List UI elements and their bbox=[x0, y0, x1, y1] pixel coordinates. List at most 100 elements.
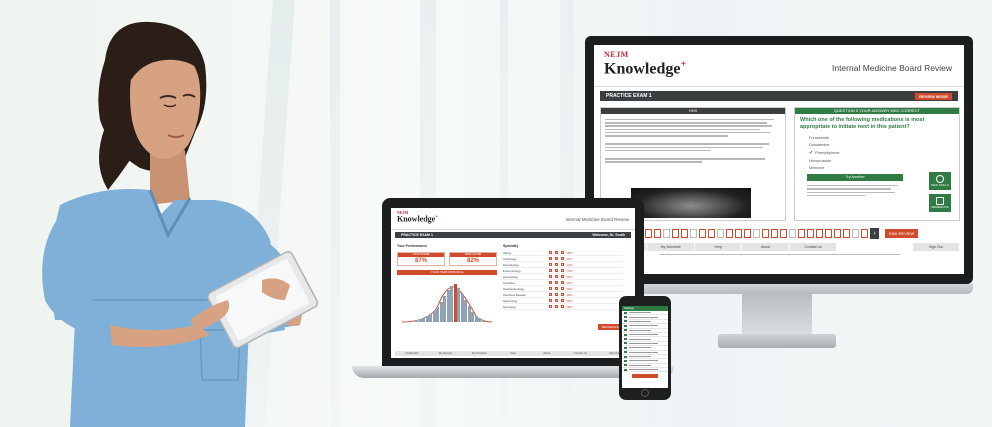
answer-option[interactable]: Dobutamine bbox=[809, 143, 945, 147]
footer-search[interactable] bbox=[837, 243, 913, 251]
laptop: NEJM Knowledge+ Internal Medicine Board … bbox=[382, 198, 644, 366]
specialty-name: Endocrinology bbox=[503, 268, 521, 273]
question-number-button[interactable] bbox=[789, 228, 796, 238]
question-number-button[interactable] bbox=[798, 228, 805, 238]
list-item-text bbox=[629, 316, 658, 318]
status-marker bbox=[624, 355, 627, 358]
explanation-text bbox=[807, 183, 903, 198]
phone-action-button[interactable] bbox=[632, 374, 658, 379]
question-number-button[interactable] bbox=[861, 228, 868, 238]
question-number-button[interactable] bbox=[762, 228, 769, 238]
footer-link[interactable]: My Schedule bbox=[647, 243, 695, 251]
try-another-button[interactable]: Try Another bbox=[807, 174, 903, 181]
new-skills-button[interactable]: NEW SKILLS bbox=[929, 172, 951, 190]
footer-link[interactable]: Help bbox=[695, 243, 743, 251]
status-marker bbox=[624, 311, 627, 314]
user-greeting: Welcome, Dr. Smith bbox=[592, 233, 625, 237]
score-value: 82% bbox=[466, 258, 479, 264]
checkbox-icon bbox=[549, 293, 552, 296]
question-number-button[interactable] bbox=[807, 228, 814, 238]
nejm-knowledge-logo[interactable]: NEJM Knowledge+ bbox=[397, 211, 438, 224]
status-marker bbox=[624, 346, 627, 349]
phone-screen: Settings bbox=[622, 306, 668, 388]
question-number-button[interactable] bbox=[852, 228, 859, 238]
list-item-text bbox=[629, 369, 658, 371]
specialty-panel: Specialty Allergy 88% Cardiology 82% Dermato… bbox=[503, 244, 623, 310]
specialty-label: Specialty bbox=[503, 244, 519, 248]
question-number-button[interactable] bbox=[726, 228, 733, 238]
question-number-button[interactable] bbox=[717, 228, 724, 238]
list-item-text bbox=[629, 338, 651, 340]
checkbox-icon bbox=[555, 275, 558, 278]
question-number-button[interactable] bbox=[735, 228, 742, 238]
plus-icon bbox=[936, 175, 944, 183]
list-item[interactable] bbox=[622, 368, 668, 373]
performance-label: Your Performance bbox=[397, 244, 428, 248]
footer-link[interactable]: Help bbox=[496, 351, 530, 356]
remediate-label: REMEDIATE bbox=[931, 205, 949, 209]
footer-nav: My Reports My Schedule Help About Contac… bbox=[600, 243, 961, 251]
footer-link[interactable]: Contact Us bbox=[564, 351, 598, 356]
answer-option[interactable]: Furosemide bbox=[809, 136, 945, 140]
specialty-name: Cardiology bbox=[503, 256, 517, 261]
answer-option-label: Dobutamine bbox=[809, 143, 830, 148]
question-number-button[interactable] bbox=[672, 228, 679, 238]
status-marker bbox=[624, 368, 627, 371]
answer-option-label: Nitroprusside bbox=[809, 159, 832, 164]
footer-link[interactable]: My Reports bbox=[429, 351, 463, 356]
logo-product: Knowledge+ bbox=[604, 60, 686, 77]
answer-option-selected[interactable]: ✔ Phenylephrine bbox=[809, 150, 945, 156]
question-number-button[interactable] bbox=[690, 228, 697, 238]
specialty-percent: 88% bbox=[567, 304, 573, 309]
specialty-percent: 79% bbox=[567, 268, 573, 273]
specialty-row[interactable]: Neurology 88% bbox=[503, 304, 623, 310]
logo-product-text: Knowledge bbox=[604, 60, 681, 78]
question-number-button[interactable] bbox=[645, 228, 652, 238]
smartphone: Settings bbox=[619, 296, 671, 400]
question-number-button[interactable] bbox=[699, 228, 706, 238]
specialty-name: Nephrology bbox=[503, 298, 518, 303]
specialty-name: Geriatrics bbox=[503, 280, 515, 285]
end-review-button[interactable]: END REVIEW bbox=[885, 228, 919, 238]
checkbox-icon bbox=[561, 263, 564, 266]
status-marker bbox=[624, 333, 627, 336]
question-number-button[interactable] bbox=[780, 228, 787, 238]
question-number-button[interactable] bbox=[663, 228, 670, 238]
answer-option[interactable]: Milrinone bbox=[809, 166, 945, 170]
review-mode-button[interactable]: REVIEW MODE bbox=[915, 92, 952, 100]
footer-link[interactable]: My Schedule bbox=[462, 351, 496, 356]
list-item-text bbox=[629, 356, 651, 358]
footer-link[interactable]: Dashboard bbox=[395, 351, 429, 356]
checkbox-icon bbox=[561, 287, 564, 290]
performance-banner: YOUR PERFORMANCE bbox=[397, 270, 497, 275]
question-number-button[interactable] bbox=[834, 228, 841, 238]
specialty-percent: 90% bbox=[567, 280, 573, 285]
checkbox-icon bbox=[549, 305, 552, 308]
your-score-card: YOUR SCORE 87% bbox=[397, 252, 445, 266]
question-number-button[interactable] bbox=[771, 228, 778, 238]
footer-link[interactable]: Sign Out bbox=[913, 243, 961, 251]
question-number-button[interactable] bbox=[816, 228, 823, 238]
nejm-knowledge-logo[interactable]: NEJM Knowledge+ bbox=[604, 51, 686, 77]
next-arrow-icon[interactable]: › bbox=[870, 227, 879, 239]
ct-scan-image[interactable] bbox=[631, 188, 751, 218]
question-number-button[interactable] bbox=[681, 228, 688, 238]
footer-link[interactable]: Contact Us bbox=[790, 243, 838, 251]
checkbox-icon bbox=[561, 251, 564, 254]
remediate-button[interactable]: REMEDIATE bbox=[929, 194, 951, 212]
question-number-button[interactable] bbox=[825, 228, 832, 238]
footer-link[interactable]: About bbox=[530, 351, 564, 356]
specialty-percent: 80% bbox=[567, 298, 573, 303]
answer-option[interactable]: Nitroprusside bbox=[809, 159, 945, 163]
question-number-button[interactable] bbox=[843, 228, 850, 238]
specialty-percent: 88% bbox=[567, 250, 573, 255]
phone-list bbox=[622, 311, 668, 373]
question-number-button[interactable] bbox=[654, 228, 661, 238]
footer-link[interactable]: About bbox=[742, 243, 790, 251]
monitor-screen: NEJM Knowledge+ Internal Medicine Board … bbox=[594, 45, 964, 274]
list-item-text bbox=[629, 334, 658, 336]
question-number-button[interactable] bbox=[708, 228, 715, 238]
question-number-button[interactable] bbox=[744, 228, 751, 238]
question-number-button[interactable] bbox=[753, 228, 760, 238]
home-button-icon[interactable] bbox=[641, 389, 649, 397]
